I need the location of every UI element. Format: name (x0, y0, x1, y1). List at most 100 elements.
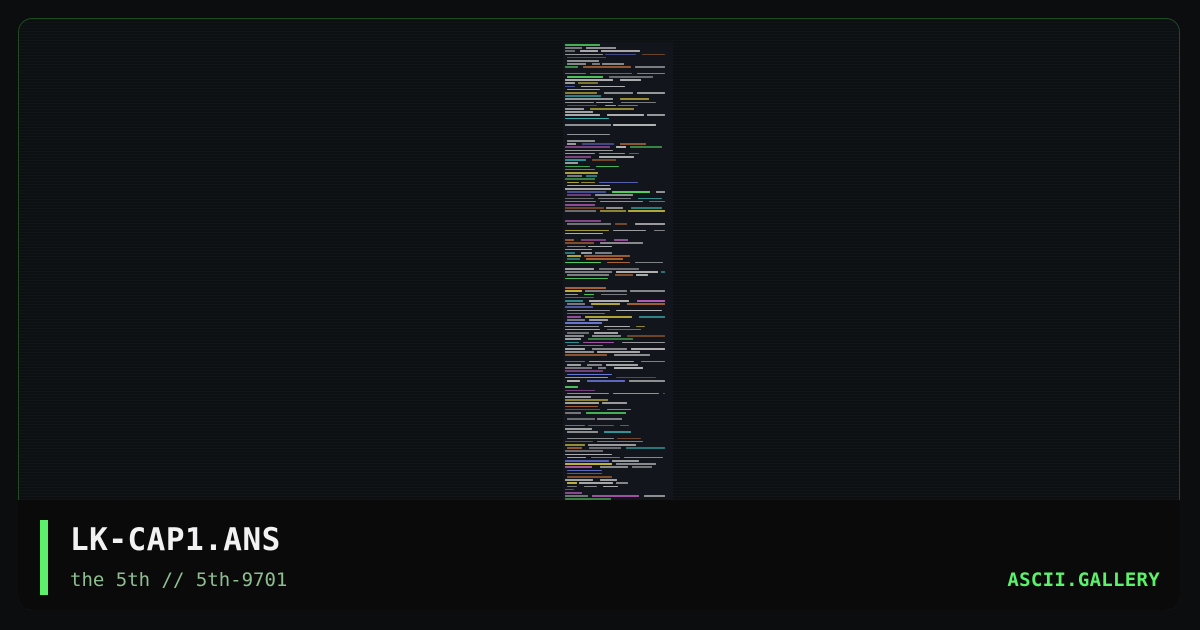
ansi-text-line (581, 252, 592, 254)
ansi-text-line (565, 220, 601, 222)
ansi-text-line (567, 104, 598, 107)
ansi-text-line (565, 92, 598, 94)
ansi-text-line (592, 348, 628, 350)
ansi-text-line (590, 108, 634, 110)
ansi-text-line (565, 197, 595, 200)
ansi-text-line (585, 258, 623, 260)
ansi-text-line (596, 165, 619, 168)
ansi-text-line (580, 181, 595, 184)
ansi-text-line (635, 261, 664, 264)
ansi-text-line (586, 364, 603, 366)
ansi-text-line (565, 322, 602, 324)
ansi-text-line (567, 485, 577, 488)
ansi-text-line (602, 485, 618, 488)
ansi-text-line (567, 456, 586, 459)
ansi-text-line (565, 172, 598, 174)
ansi-text-line (567, 482, 578, 484)
ansi-text-line (567, 447, 583, 449)
ansi-text-line (565, 492, 583, 494)
ansi-text-line (565, 399, 608, 401)
ansi-text-line (606, 408, 631, 411)
artwork-title: LK-CAP1.ANS (70, 522, 281, 558)
ansi-text-line (599, 181, 638, 184)
ansi-text-line (567, 143, 577, 145)
ansi-text-line (565, 328, 600, 331)
ansi-text-line (565, 495, 588, 497)
ansi-text-line (598, 156, 635, 158)
ansi-text-line (580, 239, 607, 241)
ansi-text-line (644, 495, 665, 497)
ansi-text-line (565, 354, 608, 356)
ansi-text-line (582, 341, 615, 344)
ansi-text-line (565, 408, 601, 411)
ansi-text-line (565, 466, 593, 468)
ansi-text-line (604, 53, 637, 56)
ansi-text-line (567, 63, 586, 65)
ansi-text-line (565, 290, 582, 292)
ansi-text-line (567, 309, 611, 312)
ansi-text-line (609, 76, 654, 78)
ansi-text-line (567, 344, 603, 347)
ansi-text-line (567, 60, 600, 62)
ansi-text-line (620, 424, 629, 427)
ansi-text-line (567, 312, 605, 315)
ansi-text-line (567, 181, 579, 184)
ansi-text-line (565, 268, 595, 270)
ansi-text-line (567, 373, 612, 376)
ansi-text-line (621, 101, 657, 104)
ansi-art-text-lines (565, 44, 671, 519)
ansi-text-line (636, 92, 665, 94)
ansi-text-line (565, 325, 599, 328)
ansi-text-line (596, 418, 622, 420)
ansi-text-line (615, 146, 627, 148)
ansi-text-line (607, 261, 631, 264)
ansi-text-line (565, 463, 612, 465)
ansi-text-line (567, 392, 609, 395)
ansi-text-line (604, 325, 630, 328)
ansi-text-line (605, 207, 623, 209)
ansi-text-line (598, 268, 639, 270)
ansi-text-line (565, 117, 610, 120)
ansi-text-line (630, 207, 663, 209)
ansi-text-line (565, 242, 595, 244)
ansi-text-line (613, 354, 650, 356)
ansi-text-line (565, 405, 599, 408)
ansi-text-line (565, 159, 587, 161)
ansi-text-line (565, 261, 601, 264)
ansi-text-line (565, 412, 581, 414)
ansi-text-line (565, 488, 574, 491)
ansi-text-line (628, 210, 665, 212)
ansi-text-line (565, 351, 594, 353)
ansi-text-line (565, 306, 594, 308)
ansi-text-line (579, 482, 614, 484)
ansi-text-line (606, 364, 639, 366)
ansi-text-line (565, 287, 606, 289)
ansi-text-line (594, 332, 618, 334)
ansi-text-line (579, 50, 598, 52)
ansi-text-line (624, 456, 663, 459)
ansi-text-line (584, 316, 632, 318)
ansi-text-line (565, 239, 574, 241)
ansi-text-line (596, 440, 643, 443)
ansi-text-line (567, 175, 583, 177)
ansi-text-line (607, 114, 644, 116)
ansi-text-line (567, 56, 607, 59)
ansi-text-line (583, 293, 595, 296)
ansi-text-line (616, 309, 662, 312)
ansi-text-line (586, 412, 627, 414)
ansi-text-line (565, 424, 585, 427)
ansi-text-line (565, 277, 608, 280)
ansi-text-line (590, 456, 620, 459)
ansi-text-line (565, 98, 613, 100)
ansi-text-line (567, 332, 589, 334)
ansi-text-line (588, 245, 612, 248)
ansi-text-line (591, 303, 620, 305)
ansi-text-line (632, 466, 652, 468)
ansi-text-line (567, 472, 602, 475)
ansi-text-line (565, 66, 578, 68)
ansi-text-line (615, 463, 657, 465)
ansi-text-line (567, 255, 582, 257)
ansi-text-line (630, 290, 665, 292)
ansi-text-line (565, 50, 575, 52)
ansi-text-line (601, 402, 627, 404)
